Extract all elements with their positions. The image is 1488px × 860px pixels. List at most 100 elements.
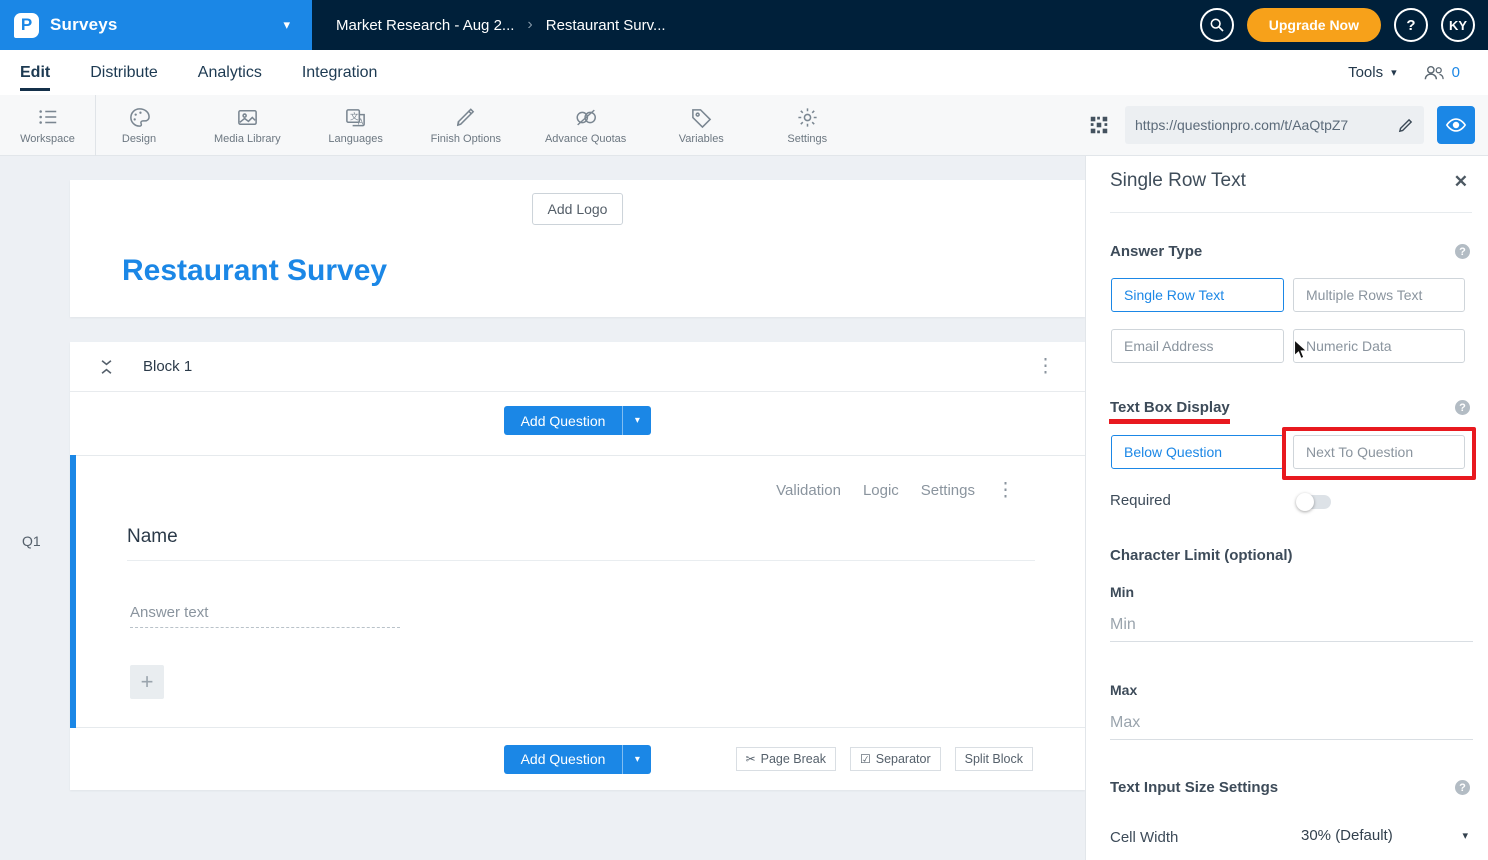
block-collapse-icon[interactable]	[96, 357, 116, 377]
text-box-display-options: Below Question Next To Question	[1111, 435, 1465, 469]
editor-toolbar: Workspace Design Media Library 文A Langua…	[0, 95, 1488, 156]
design-label: Design	[122, 133, 156, 145]
question-title[interactable]: Name	[127, 526, 178, 548]
help-button[interactable]: ?	[1394, 8, 1428, 42]
toggle-knob	[1296, 493, 1314, 511]
option-next-to-question[interactable]: Next To Question	[1293, 435, 1465, 469]
text-box-display-help-icon[interactable]: ?	[1455, 400, 1470, 415]
separator-label: Separator	[876, 752, 931, 766]
survey-url-field[interactable]: https://questionpro.com/t/AaQtpZ7	[1125, 106, 1424, 144]
workspace-icon	[36, 105, 60, 129]
main-nav: Edit Distribute Analytics Integration To…	[0, 50, 1488, 95]
option-multiple-rows-text[interactable]: Multiple Rows Text	[1293, 278, 1465, 312]
media-library-label: Media Library	[214, 133, 281, 145]
toolbar-item-settings[interactable]: Settings	[776, 105, 838, 145]
brand-area[interactable]: P Surveys ▾	[0, 0, 312, 50]
upgrade-now-button[interactable]: Upgrade Now	[1247, 8, 1381, 42]
split-block-button[interactable]: Split Block	[955, 747, 1033, 771]
add-logo-button[interactable]: Add Logo	[532, 193, 624, 225]
option-numeric-data[interactable]: Numeric Data	[1293, 329, 1465, 363]
add-question-button-bottom[interactable]: Add Question	[504, 745, 623, 774]
toolbar-right: https://questionpro.com/t/AaQtpZ7	[1086, 106, 1488, 144]
add-question-caret-bottom[interactable]: ▾	[622, 745, 651, 774]
media-library-icon	[235, 105, 259, 129]
collaborators-button[interactable]: 0	[1423, 64, 1460, 81]
chevron-down-icon: ▾	[635, 415, 640, 426]
edit-url-pencil-icon[interactable]	[1397, 117, 1414, 134]
breadcrumb-separator-icon: ›	[527, 16, 532, 34]
advance-quotas-icon	[574, 105, 598, 129]
preview-button[interactable]	[1437, 106, 1475, 144]
design-icon	[127, 105, 151, 129]
nav-right: Tools ▾ 0	[1348, 64, 1488, 81]
survey-url: https://questionpro.com/t/AaQtpZ7	[1135, 117, 1397, 133]
tab-analytics[interactable]: Analytics	[198, 54, 262, 91]
split-block-label: Split Block	[965, 752, 1023, 766]
cell-width-select[interactable]: 30% (Default) ▾	[1301, 827, 1472, 844]
question-settings-link[interactable]: Settings	[921, 482, 975, 499]
tab-integration[interactable]: Integration	[302, 54, 378, 91]
option-email-address[interactable]: Email Address	[1111, 329, 1284, 363]
nav-tabs: Edit Distribute Analytics Integration	[0, 54, 377, 91]
input-size-help-icon[interactable]: ?	[1455, 780, 1470, 795]
eye-icon	[1445, 114, 1467, 136]
answer-type-help-icon[interactable]: ?	[1455, 244, 1470, 259]
page-break-button[interactable]: ✂ Page Break	[736, 747, 836, 771]
toolbar-item-media-library[interactable]: Media Library	[214, 105, 281, 145]
required-toggle[interactable]	[1296, 493, 1332, 511]
avatar[interactable]: KY	[1441, 8, 1475, 42]
advance-quotas-label: Advance Quotas	[545, 133, 626, 145]
min-input[interactable]	[1110, 608, 1473, 642]
svg-text:A: A	[358, 117, 364, 126]
grid-icon	[1088, 114, 1110, 136]
validation-link[interactable]: Validation	[776, 482, 841, 499]
survey-header-card: Add Logo Restaurant Survey	[70, 180, 1085, 317]
character-limit-heading: Character Limit (optional)	[1110, 547, 1293, 564]
toolbar-item-advance-quotas[interactable]: Advance Quotas	[545, 105, 626, 145]
tab-edit[interactable]: Edit	[20, 54, 50, 91]
option-below-question[interactable]: Below Question	[1111, 435, 1284, 469]
toolbar-item-languages[interactable]: 文A Languages	[325, 105, 387, 145]
tab-distribute[interactable]: Distribute	[90, 54, 158, 91]
breadcrumb: Market Research - Aug 2... › Restaurant …	[336, 16, 666, 34]
question-card[interactable]: Validation Logic Settings ⋮ Name +	[70, 455, 1085, 728]
answer-type-label: Answer Type	[1110, 243, 1202, 260]
logic-link[interactable]: Logic	[863, 482, 899, 499]
topbar: P Surveys ▾ Market Research - Aug 2... ›…	[0, 0, 1488, 50]
breadcrumb-folder[interactable]: Market Research - Aug 2...	[336, 17, 514, 34]
add-question-caret[interactable]: ▾	[622, 406, 651, 435]
max-label: Max	[1110, 682, 1137, 698]
toolbar-items: Design Media Library 文A Languages Finish…	[96, 105, 838, 145]
collaborators-icon	[1423, 65, 1445, 81]
add-question-button[interactable]: Add Question	[504, 406, 623, 435]
tools-menu[interactable]: Tools ▾	[1348, 64, 1397, 81]
brand-chevron-down-icon[interactable]: ▾	[283, 17, 290, 33]
panel-divider	[1110, 212, 1472, 213]
question-number-label: Q1	[22, 533, 41, 549]
answer-type-options: Single Row Text Multiple Rows Text Email…	[1111, 278, 1465, 363]
add-question-split-button-bottom: Add Question ▾	[504, 745, 652, 774]
max-input[interactable]	[1110, 706, 1473, 740]
search-button[interactable]	[1200, 8, 1234, 42]
option-single-row-text[interactable]: Single Row Text	[1111, 278, 1284, 312]
toolbar-item-variables[interactable]: Variables	[670, 105, 732, 145]
toolbar-item-finish-options[interactable]: Finish Options	[431, 105, 501, 145]
toolbar-item-design[interactable]: Design	[108, 105, 170, 145]
question-menu-kebab-icon[interactable]: ⋮	[996, 479, 1015, 502]
separator-button[interactable]: ☑ Separator	[850, 747, 941, 771]
block-menu-kebab-icon[interactable]: ⋮	[1036, 357, 1055, 376]
block-title[interactable]: Block 1	[143, 358, 192, 375]
add-question-top-row: Add Question ▾	[70, 406, 1085, 435]
survey-title[interactable]: Restaurant Survey	[122, 254, 387, 288]
cell-width-value: 30% (Default)	[1301, 827, 1393, 844]
grid-view-button[interactable]	[1086, 112, 1112, 138]
topbar-actions: Upgrade Now ? KY	[1200, 8, 1488, 42]
breadcrumb-survey[interactable]: Restaurant Surv...	[546, 17, 666, 34]
add-row-button[interactable]: +	[130, 665, 164, 699]
variables-label: Variables	[679, 133, 724, 145]
toolbar-item-workspace[interactable]: Workspace	[0, 95, 96, 156]
panel-close-icon[interactable]: ✕	[1454, 172, 1468, 192]
tools-chevron-down-icon: ▾	[1391, 66, 1397, 79]
workspace-label: Workspace	[20, 133, 75, 145]
answer-text-input[interactable]	[130, 598, 400, 628]
